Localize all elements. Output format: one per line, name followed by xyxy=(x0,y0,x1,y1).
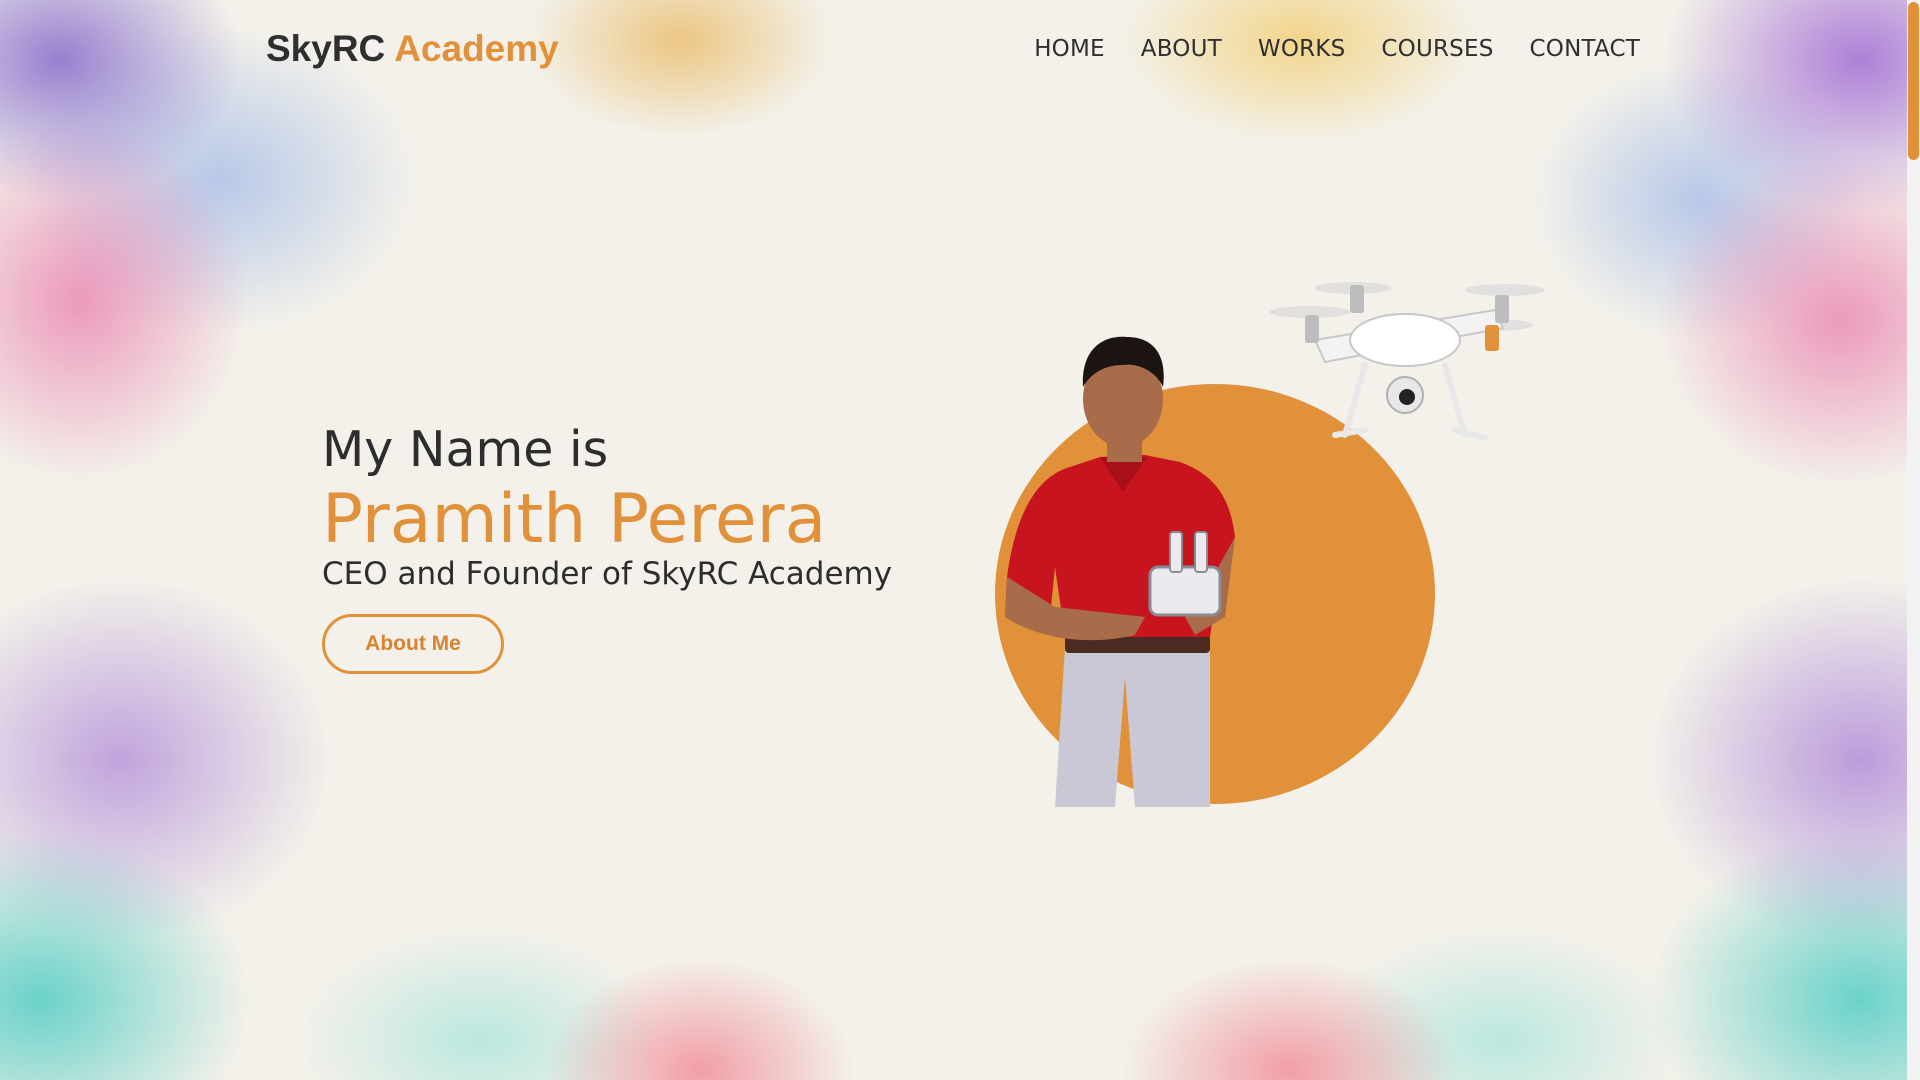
nav-works[interactable]: WORKS xyxy=(1258,36,1346,62)
scrollbar-track[interactable] xyxy=(1907,0,1920,1080)
hero-intro: My Name is Pramith Perera CEO and Founde… xyxy=(322,420,892,674)
brand-logo[interactable]: SkyRC Academy xyxy=(266,28,559,70)
about-me-button[interactable]: About Me xyxy=(322,614,504,674)
nav-contact[interactable]: CONTACT xyxy=(1530,36,1640,62)
hero-role: CEO and Founder of SkyRC Academy xyxy=(322,556,893,592)
nav-courses[interactable]: COURSES xyxy=(1381,36,1493,62)
nav-about[interactable]: ABOUT xyxy=(1141,36,1222,62)
hero-name: Pramith Perera xyxy=(322,480,827,559)
watercolor-background xyxy=(0,0,1920,1080)
nav-home[interactable]: HOME xyxy=(1034,36,1105,62)
scrollbar-thumb[interactable] xyxy=(1908,2,1919,160)
person-photo xyxy=(1005,336,1235,807)
top-navbar: SkyRC Academy HOME ABOUT WORKS COURSES C… xyxy=(0,0,1905,110)
brand-name-part1: SkyRC xyxy=(266,28,386,69)
brand-name-part2: Academy xyxy=(394,28,559,69)
main-nav: HOME ABOUT WORKS COURSES CONTACT xyxy=(1034,36,1640,62)
drone-image xyxy=(1270,282,1545,441)
hero-intro-text: My Name is xyxy=(322,421,609,478)
